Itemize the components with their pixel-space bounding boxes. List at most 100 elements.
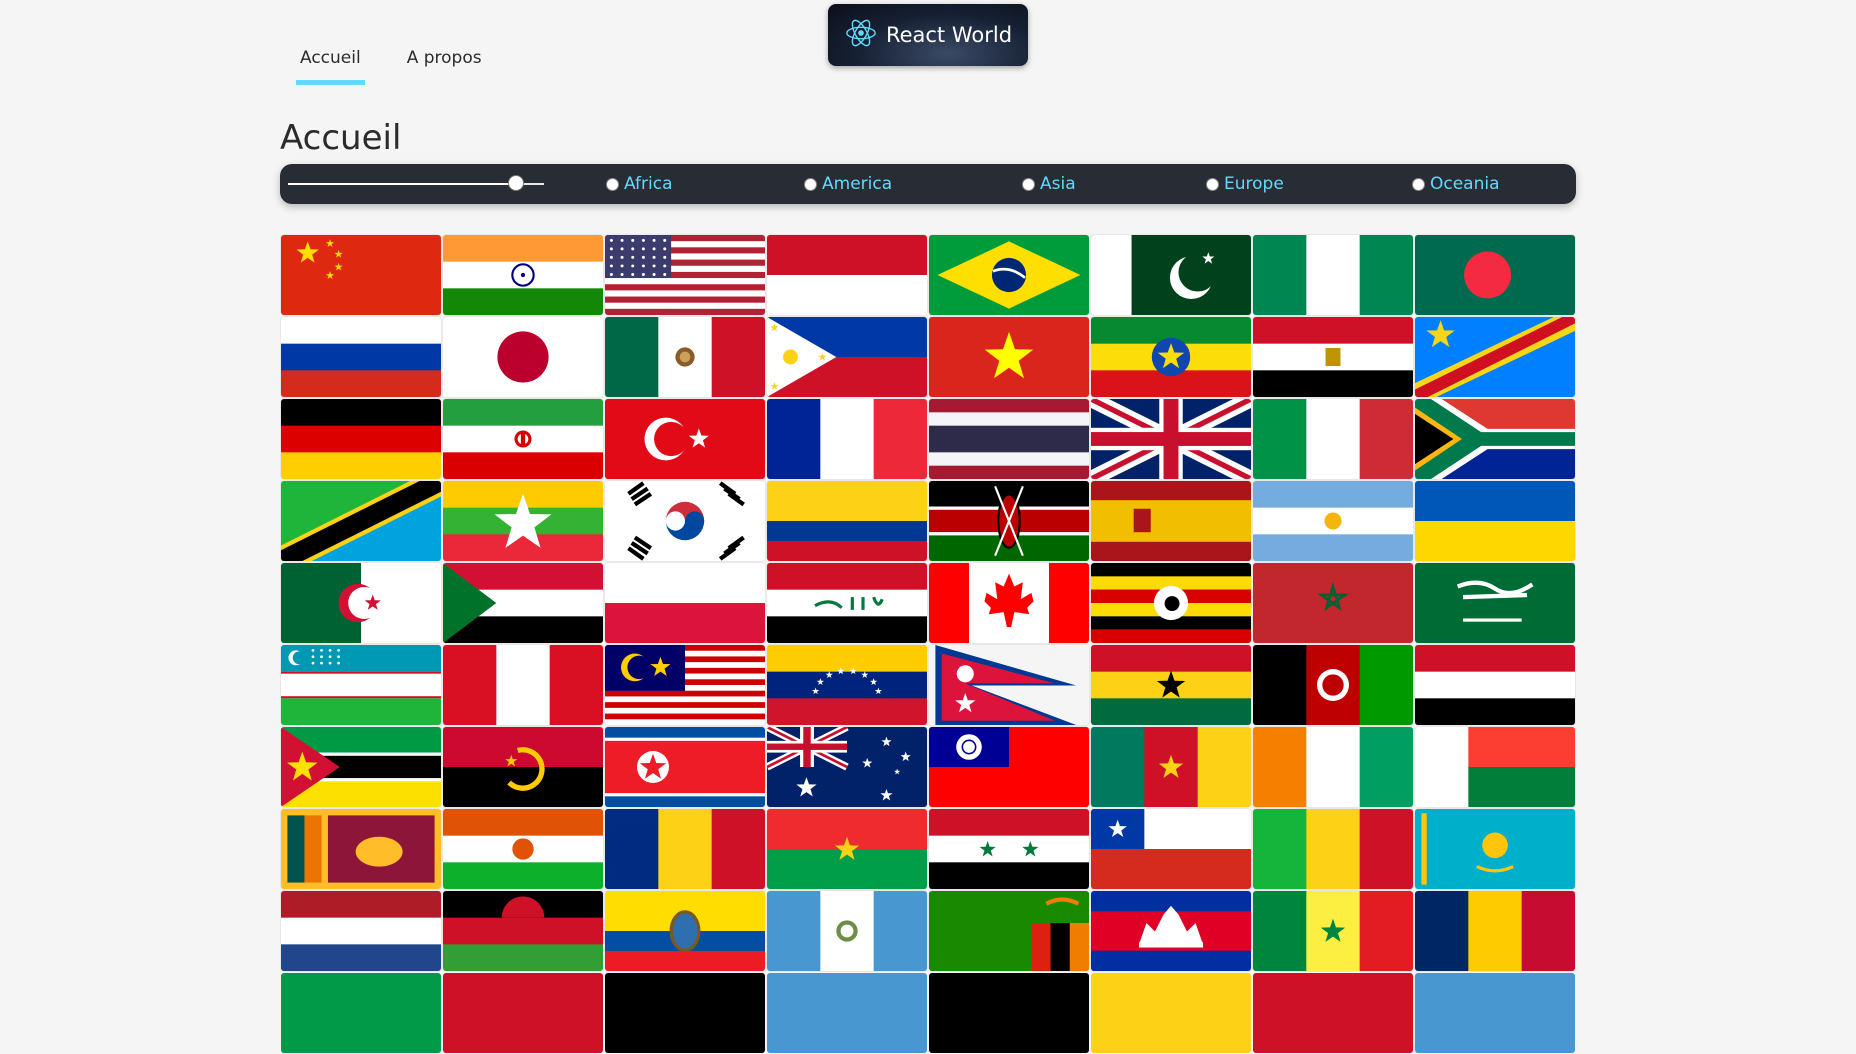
flag-chile[interactable] [1091, 809, 1251, 889]
flag-egypt[interactable] [1253, 317, 1413, 397]
flag-card-partial[interactable] [1415, 973, 1575, 1053]
flag-card-partial[interactable] [1253, 973, 1413, 1053]
flag-sri-lanka[interactable] [281, 809, 441, 889]
region-option-europe[interactable]: Europe [1206, 174, 1284, 194]
flag-kazakhstan[interactable] [1415, 809, 1575, 889]
radio-europe[interactable] [1206, 177, 1219, 191]
flag-spain[interactable] [1091, 481, 1251, 561]
flag-uzbekistan[interactable] [281, 645, 441, 725]
radio-oceania[interactable] [1412, 177, 1425, 191]
flag-yemen[interactable] [1415, 645, 1575, 725]
country-count-slider[interactable] [288, 175, 544, 191]
flag-grid [280, 234, 1576, 1054]
flag-venezuela[interactable] [767, 645, 927, 725]
radio-africa[interactable] [606, 177, 619, 191]
flag-south-korea[interactable] [605, 481, 765, 561]
flag-syria[interactable] [929, 809, 1089, 889]
flag-kenya[interactable] [929, 481, 1089, 561]
flag-saudi-arabia[interactable] [1415, 563, 1575, 643]
region-option-asia[interactable]: Asia [1022, 174, 1076, 194]
flag-australia[interactable] [767, 727, 927, 807]
flag-thailand[interactable] [929, 399, 1089, 479]
flag-uganda[interactable] [1091, 563, 1251, 643]
logo-title: React World [885, 23, 1013, 47]
flag-turkey[interactable] [605, 399, 765, 479]
flag-united-kingdom[interactable] [1091, 399, 1251, 479]
flag-mexico[interactable] [605, 317, 765, 397]
flag-brazil[interactable] [929, 235, 1089, 315]
region-label-africa: Africa [624, 174, 673, 194]
flag-niger[interactable] [443, 809, 603, 889]
flag-zambia[interactable] [929, 891, 1089, 971]
flag-vietnam[interactable] [929, 317, 1089, 397]
region-option-africa[interactable]: Africa [606, 174, 673, 194]
flag-mali[interactable] [1253, 809, 1413, 889]
flag-argentina[interactable] [1253, 481, 1413, 561]
flag-card-partial[interactable] [1091, 973, 1251, 1053]
flag-burkina-faso[interactable] [767, 809, 927, 889]
flag-madagascar[interactable] [1415, 727, 1575, 807]
flag-iraq[interactable] [767, 563, 927, 643]
flag-japan[interactable] [443, 317, 603, 397]
flag-cambodia[interactable] [1091, 891, 1251, 971]
flag-malawi[interactable] [443, 891, 603, 971]
nav-link-accueil[interactable]: Accueil [296, 48, 365, 85]
flag-dr-congo[interactable] [1415, 317, 1575, 397]
radio-asia[interactable] [1022, 177, 1035, 191]
react-world-logo[interactable]: React World [828, 4, 1028, 66]
flag-usa[interactable] [605, 235, 765, 315]
flag-south-africa[interactable] [1415, 399, 1575, 479]
flag-philippines[interactable] [767, 317, 927, 397]
flag-guatemala[interactable] [767, 891, 927, 971]
flag-ivory-coast[interactable] [1253, 727, 1413, 807]
region-label-europe: Europe [1224, 174, 1284, 194]
flag-germany[interactable] [281, 399, 441, 479]
flag-tanzania[interactable] [281, 481, 441, 561]
flag-north-korea[interactable] [605, 727, 765, 807]
flag-india[interactable] [443, 235, 603, 315]
main-nav: Accueil A propos [296, 48, 486, 85]
flag-indonesia[interactable] [767, 235, 927, 315]
flag-bangladesh[interactable] [1415, 235, 1575, 315]
flag-iran[interactable] [443, 399, 603, 479]
flag-ecuador[interactable] [605, 891, 765, 971]
region-option-oceania[interactable]: Oceania [1412, 174, 1500, 194]
flag-cameroon[interactable] [1091, 727, 1251, 807]
slider-knob[interactable] [507, 175, 524, 191]
flag-card-partial[interactable] [767, 973, 927, 1053]
flag-peru[interactable] [443, 645, 603, 725]
nav-link-a-propos[interactable]: A propos [403, 48, 486, 85]
flag-nigeria[interactable] [1253, 235, 1413, 315]
flag-morocco[interactable] [1253, 563, 1413, 643]
flag-card-partial[interactable] [281, 973, 441, 1053]
flag-romania[interactable] [605, 809, 765, 889]
flag-netherlands[interactable] [281, 891, 441, 971]
flag-nepal[interactable] [929, 645, 1089, 725]
flag-sudan[interactable] [443, 563, 603, 643]
flag-angola[interactable] [443, 727, 603, 807]
flag-mozambique[interactable] [281, 727, 441, 807]
flag-myanmar[interactable] [443, 481, 603, 561]
flag-card-partial[interactable] [443, 973, 603, 1053]
flag-ukraine[interactable] [1415, 481, 1575, 561]
flag-ghana[interactable] [1091, 645, 1251, 725]
flag-malaysia[interactable] [605, 645, 765, 725]
flag-taiwan[interactable] [929, 727, 1089, 807]
flag-card-partial[interactable] [605, 973, 765, 1053]
radio-america[interactable] [804, 177, 817, 191]
flag-china[interactable] [281, 235, 441, 315]
flag-canada[interactable] [929, 563, 1089, 643]
flag-algeria[interactable] [281, 563, 441, 643]
region-option-america[interactable]: America [804, 174, 892, 194]
flag-chad[interactable] [1415, 891, 1575, 971]
flag-pakistan[interactable] [1091, 235, 1251, 315]
flag-poland[interactable] [605, 563, 765, 643]
flag-colombia[interactable] [767, 481, 927, 561]
flag-russia[interactable] [281, 317, 441, 397]
flag-senegal[interactable] [1253, 891, 1413, 971]
flag-italy[interactable] [1253, 399, 1413, 479]
flag-france[interactable] [767, 399, 927, 479]
flag-card-partial[interactable] [929, 973, 1089, 1053]
flag-afghanistan[interactable] [1253, 645, 1413, 725]
flag-ethiopia[interactable] [1091, 317, 1251, 397]
